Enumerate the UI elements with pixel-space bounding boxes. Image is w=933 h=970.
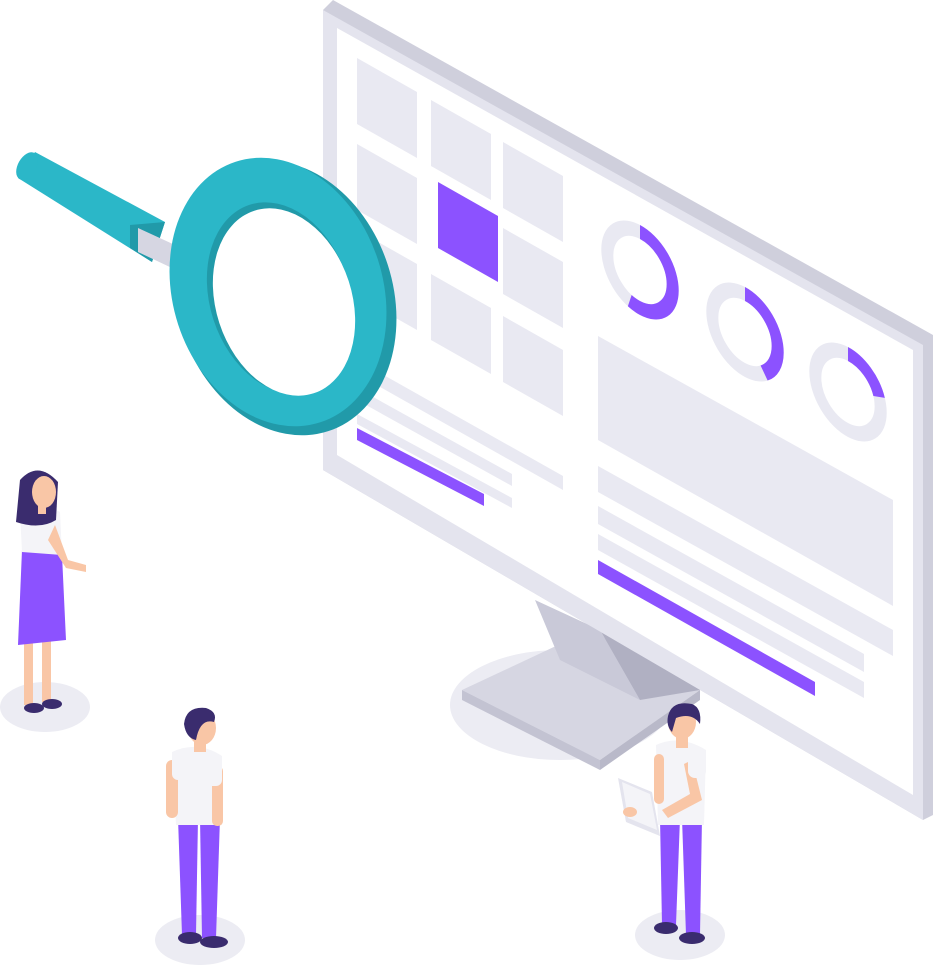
- illustration: [0, 0, 933, 965]
- shadow: [635, 910, 725, 960]
- man-figure: [155, 707, 245, 965]
- skirt: [18, 550, 66, 645]
- woman-figure: [0, 470, 90, 732]
